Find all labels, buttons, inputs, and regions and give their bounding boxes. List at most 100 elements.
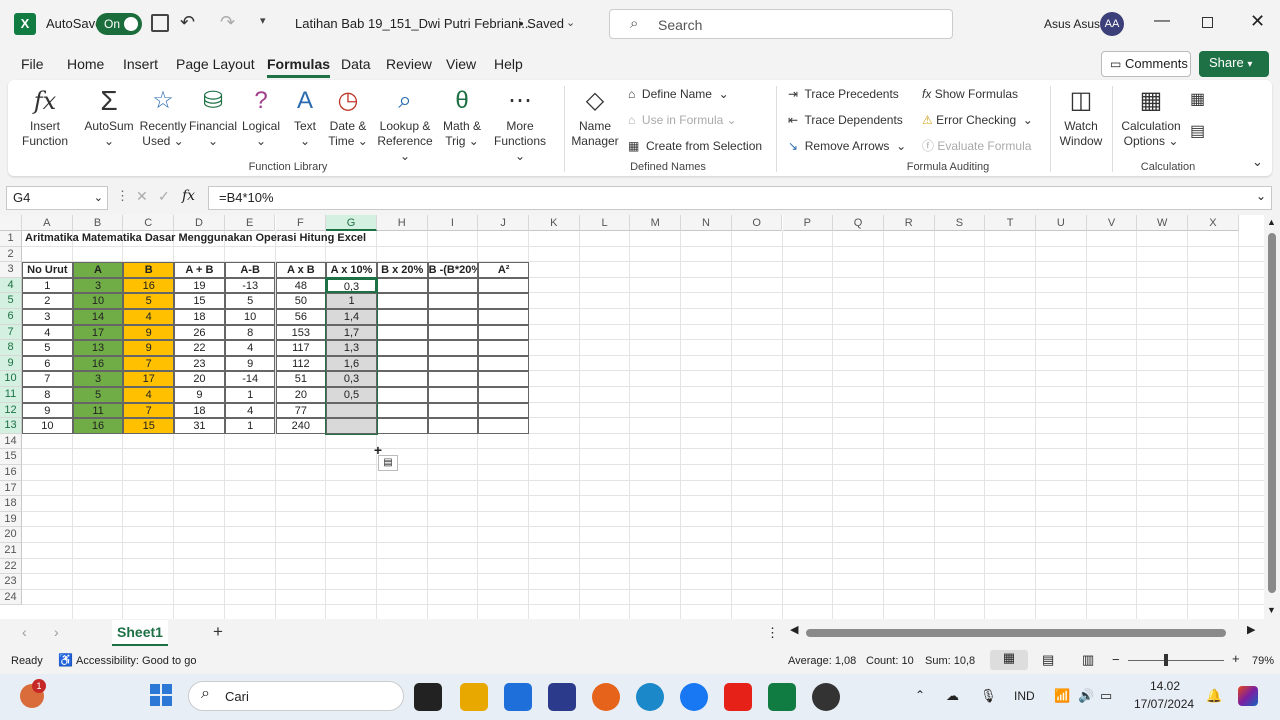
table-cell[interactable]	[427, 371, 479, 387]
column-header-w[interactable]: W	[1137, 215, 1189, 231]
table-cell[interactable]	[427, 309, 479, 325]
table-cell[interactable]: 16	[123, 277, 175, 294]
formula-input[interactable]: =B4*10%	[208, 186, 1272, 210]
table-cell[interactable]: 16	[72, 355, 124, 372]
error-checking-button[interactable]: ⚠ Error Checking ⌄	[922, 112, 1033, 128]
next-sheet-icon[interactable]: ›	[54, 624, 59, 640]
avatar[interactable]: AA	[1100, 12, 1124, 36]
column-header-h[interactable]: H	[376, 215, 428, 231]
scroll-left-icon[interactable]: ◀	[790, 623, 798, 636]
saved-status[interactable]: • Saved	[519, 16, 564, 31]
autosum-button[interactable]: Σ AutoSum ⌄	[80, 86, 138, 149]
table-cell[interactable]	[376, 371, 428, 387]
clock-date[interactable]: 17/07/2024	[1134, 697, 1194, 711]
table-cell[interactable]	[376, 418, 428, 434]
more-functions-button[interactable]: ⋯ More Functions ⌄	[488, 86, 552, 164]
minimize-icon[interactable]: —	[1154, 12, 1170, 30]
table-header-cell[interactable]: A x 10%	[326, 262, 377, 278]
table-cell[interactable]	[478, 418, 529, 434]
zoom-level[interactable]: 79%	[1252, 655, 1274, 667]
financial-button[interactable]: ⛁ Financial ⌄	[188, 86, 238, 149]
text-button[interactable]: A Text ⌄	[286, 86, 324, 149]
table-header-cell[interactable]: A	[72, 262, 124, 278]
zoom-slider-thumb[interactable]	[1164, 654, 1168, 666]
column-header-j[interactable]: J	[478, 215, 529, 231]
table-cell[interactable]: 112	[275, 355, 327, 372]
volume-icon[interactable]: 🔊	[1078, 688, 1094, 704]
scroll-right-icon[interactable]: ▶	[1247, 623, 1255, 636]
remove-arrows-button[interactable]: ↘ Remove Arrows ⌄	[788, 138, 906, 154]
table-cell[interactable]: 20	[174, 371, 225, 387]
table-cell[interactable]: 56	[275, 309, 327, 325]
table-cell[interactable]	[376, 324, 428, 341]
table-cell[interactable]	[427, 293, 479, 309]
close-icon[interactable]: ✕	[1250, 11, 1265, 32]
enter-icon[interactable]: ✓	[158, 188, 170, 205]
row-header-19[interactable]: 19	[0, 511, 22, 528]
column-header-o[interactable]: O	[731, 215, 783, 231]
table-cell[interactable]: 4	[123, 387, 175, 403]
table-cell[interactable]: 4	[123, 309, 175, 325]
table-cell[interactable]	[376, 340, 428, 356]
table-header-cell[interactable]: B -(B*20%)	[427, 262, 479, 278]
table-cell[interactable]	[376, 309, 428, 325]
table-cell[interactable]: 5	[22, 340, 73, 356]
logical-button[interactable]: ? Logical ⌄	[238, 86, 284, 149]
table-header-cell[interactable]: A + B	[174, 262, 225, 278]
table-cell[interactable]	[478, 293, 529, 309]
redo-icon[interactable]: ↷	[220, 12, 235, 33]
windows-start-icon[interactable]	[150, 684, 172, 706]
task-view-icon[interactable]	[414, 683, 442, 711]
table-cell[interactable]: 14	[72, 309, 124, 325]
column-header-k[interactable]: K	[529, 215, 580, 231]
table-cell[interactable]: 8	[22, 387, 73, 403]
name-box[interactable]: G4 ⌄	[6, 186, 108, 210]
table-cell[interactable]: 8	[224, 324, 276, 341]
table-cell[interactable]: 9	[123, 340, 175, 356]
column-header-v[interactable]: V	[1086, 215, 1138, 231]
chevron-down-icon[interactable]: ⌄	[566, 16, 575, 29]
table-cell[interactable]: 22	[174, 340, 225, 356]
table-cell[interactable]: 9	[224, 355, 276, 372]
row-header-18[interactable]: 18	[0, 496, 22, 512]
define-name-button[interactable]: ⌂ Define Name ⌄	[628, 86, 729, 102]
column-header-n[interactable]: N	[681, 215, 732, 231]
youtube-icon[interactable]	[724, 683, 752, 711]
table-cell[interactable]: 3	[72, 277, 124, 294]
table-cell[interactable]: 18	[174, 402, 225, 419]
table-cell[interactable]	[427, 340, 479, 356]
table-cell[interactable]: 1	[224, 418, 276, 434]
table-cell[interactable]: 3	[22, 309, 73, 325]
table-cell[interactable]: 7	[22, 371, 73, 387]
trace-precedents-button[interactable]: ⇥ Trace Precedents	[788, 86, 899, 102]
row-header-16[interactable]: 16	[0, 465, 22, 481]
row-header-8[interactable]: 8	[0, 340, 22, 356]
table-cell[interactable]: 18	[174, 309, 225, 325]
table-cell[interactable]: 1	[22, 277, 73, 294]
column-header-x[interactable]: X	[1188, 215, 1239, 231]
table-cell[interactable]: 153	[275, 324, 327, 341]
table-cell[interactable]: 11	[72, 402, 124, 419]
row-header-7[interactable]: 7	[0, 324, 22, 341]
select-all-corner[interactable]	[0, 215, 22, 231]
calculation-options-button[interactable]: ▦ Calculation Options ⌄	[1118, 86, 1184, 149]
table-cell[interactable]	[376, 387, 428, 403]
customize-qat-icon[interactable]: ▾	[260, 14, 266, 27]
column-header-a[interactable]: A	[22, 215, 73, 231]
menu-view[interactable]: View	[446, 56, 476, 72]
column-header-m[interactable]: M	[630, 215, 682, 231]
table-cell[interactable]: 51	[275, 371, 327, 387]
excel-taskbar-icon[interactable]	[768, 683, 796, 711]
table-cell[interactable]: 7	[123, 402, 175, 419]
create-from-selection-button[interactable]: ▦ Create from Selection	[628, 138, 762, 154]
table-cell[interactable]: 9	[174, 387, 225, 403]
row-header-20[interactable]: 20	[0, 527, 22, 543]
file-explorer-icon[interactable]	[460, 683, 488, 711]
column-header-s[interactable]: S	[934, 215, 986, 231]
column-header-q[interactable]: Q	[833, 215, 884, 231]
table-cell[interactable]: 5	[123, 293, 175, 309]
calculate-now-icon[interactable]: ▦	[1190, 92, 1205, 108]
clock-time[interactable]: 14.02	[1140, 679, 1190, 693]
menu-help[interactable]: Help	[494, 56, 523, 72]
row-header-12[interactable]: 12	[0, 402, 22, 419]
